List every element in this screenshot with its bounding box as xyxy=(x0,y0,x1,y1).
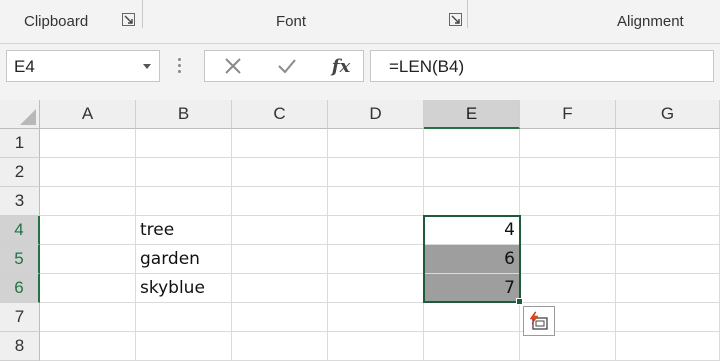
cell-a5[interactable] xyxy=(40,245,136,274)
row-header-2[interactable]: 2 xyxy=(0,158,40,187)
ribbon-group-alignment: Alignment xyxy=(468,0,720,44)
cell-e5[interactable]: 6 xyxy=(424,245,520,274)
cell-d5[interactable] xyxy=(328,245,424,274)
cell-g8[interactable] xyxy=(616,332,720,361)
cell-d1[interactable] xyxy=(328,129,424,158)
row-header-3[interactable]: 3 xyxy=(0,187,40,216)
select-all-button[interactable] xyxy=(0,100,40,129)
cell-a7[interactable] xyxy=(40,303,136,332)
cell-g5[interactable] xyxy=(616,245,720,274)
name-box-value: E4 xyxy=(14,57,35,76)
cell-c8[interactable] xyxy=(232,332,328,361)
cell-b2[interactable] xyxy=(136,158,232,187)
cell-f6[interactable] xyxy=(520,274,616,303)
cell-c3[interactable] xyxy=(232,187,328,216)
alignment-group-label: Alignment xyxy=(617,13,684,30)
cell-f5[interactable] xyxy=(520,245,616,274)
cell-c1[interactable] xyxy=(232,129,328,158)
cell-g6[interactable] xyxy=(616,274,720,303)
clipboard-dialog-launcher-icon[interactable] xyxy=(122,13,135,26)
ribbon-group-labels: Clipboard Font Alignment xyxy=(0,0,720,44)
cell-e3[interactable] xyxy=(424,187,520,216)
cell-b1[interactable] xyxy=(136,129,232,158)
cell-b5[interactable]: garden xyxy=(136,245,232,274)
formula-bar-resize-handle-icon[interactable] xyxy=(178,58,182,76)
cell-g7[interactable] xyxy=(616,303,720,332)
column-header-c[interactable]: C xyxy=(232,100,328,129)
clipboard-group-label: Clipboard xyxy=(24,13,89,30)
formula-text: =LEN(B4) xyxy=(389,57,465,76)
row-header-8[interactable]: 8 xyxy=(0,332,40,361)
cell-b3[interactable] xyxy=(136,187,232,216)
font-dialog-launcher-icon[interactable] xyxy=(449,13,462,26)
row-header-1[interactable]: 1 xyxy=(0,129,40,158)
cell-d8[interactable] xyxy=(328,332,424,361)
cell-e8[interactable] xyxy=(424,332,520,361)
cell-e7[interactable] xyxy=(424,303,520,332)
cell-e1[interactable] xyxy=(424,129,520,158)
cell-f1[interactable] xyxy=(520,129,616,158)
cell-c6[interactable] xyxy=(232,274,328,303)
cell-c7[interactable] xyxy=(232,303,328,332)
name-box[interactable]: E4 xyxy=(6,50,160,82)
ribbon-group-font: Font xyxy=(143,0,467,44)
column-header-e[interactable]: E xyxy=(424,100,520,129)
font-group-label: Font xyxy=(276,13,307,30)
cell-g3[interactable] xyxy=(616,187,720,216)
cell-f3[interactable] xyxy=(520,187,616,216)
cell-e4[interactable]: 4 xyxy=(424,216,520,245)
cell-g2[interactable] xyxy=(616,158,720,187)
cell-d7[interactable] xyxy=(328,303,424,332)
worksheet-grid: A B C D E F G 1 2 3 4 5 6 7 8 tree garden… xyxy=(0,100,720,361)
cell-d4[interactable] xyxy=(328,216,424,245)
chevron-down-icon[interactable] xyxy=(143,64,151,69)
fx-icon[interactable]: fx xyxy=(321,51,361,81)
column-header-g[interactable]: G xyxy=(616,100,720,129)
column-header-a[interactable]: A xyxy=(40,100,136,129)
cell-b8[interactable] xyxy=(136,332,232,361)
ribbon-group-clipboard: Clipboard xyxy=(0,0,142,44)
cell-f2[interactable] xyxy=(520,158,616,187)
cell-a6[interactable] xyxy=(40,274,136,303)
cell-d2[interactable] xyxy=(328,158,424,187)
row-header-6[interactable]: 6 xyxy=(0,274,40,303)
column-header-f[interactable]: F xyxy=(520,100,616,129)
column-header-d[interactable]: D xyxy=(328,100,424,129)
row-header-5[interactable]: 5 xyxy=(0,245,40,274)
row-header-7[interactable]: 7 xyxy=(0,303,40,332)
cell-g1[interactable] xyxy=(616,129,720,158)
check-icon[interactable] xyxy=(267,51,307,81)
cell-d6[interactable] xyxy=(328,274,424,303)
cell-b7[interactable] xyxy=(136,303,232,332)
formula-buttons: fx xyxy=(204,50,364,82)
formula-input[interactable]: =LEN(B4) xyxy=(370,50,714,82)
cell-d3[interactable] xyxy=(328,187,424,216)
cell-e6[interactable]: 7 xyxy=(424,274,520,303)
x-icon[interactable] xyxy=(213,51,253,81)
quick-analysis-icon[interactable] xyxy=(523,306,555,336)
cell-g4[interactable] xyxy=(616,216,720,245)
cell-a2[interactable] xyxy=(40,158,136,187)
row-header-4[interactable]: 4 xyxy=(0,216,40,245)
cell-a3[interactable] xyxy=(40,187,136,216)
cell-a1[interactable] xyxy=(40,129,136,158)
cell-c5[interactable] xyxy=(232,245,328,274)
fill-handle[interactable] xyxy=(516,298,523,305)
cell-c2[interactable] xyxy=(232,158,328,187)
cell-a8[interactable] xyxy=(40,332,136,361)
cell-b4[interactable]: tree xyxy=(136,216,232,245)
cell-f8[interactable] xyxy=(520,332,616,361)
cell-a4[interactable] xyxy=(40,216,136,245)
cell-f4[interactable] xyxy=(520,216,616,245)
cell-c4[interactable] xyxy=(232,216,328,245)
cell-e2[interactable] xyxy=(424,158,520,187)
column-header-b[interactable]: B xyxy=(136,100,232,129)
formula-bar-row: E4 fx =LEN(B4) xyxy=(0,44,720,100)
cell-b6[interactable]: skyblue xyxy=(136,274,232,303)
